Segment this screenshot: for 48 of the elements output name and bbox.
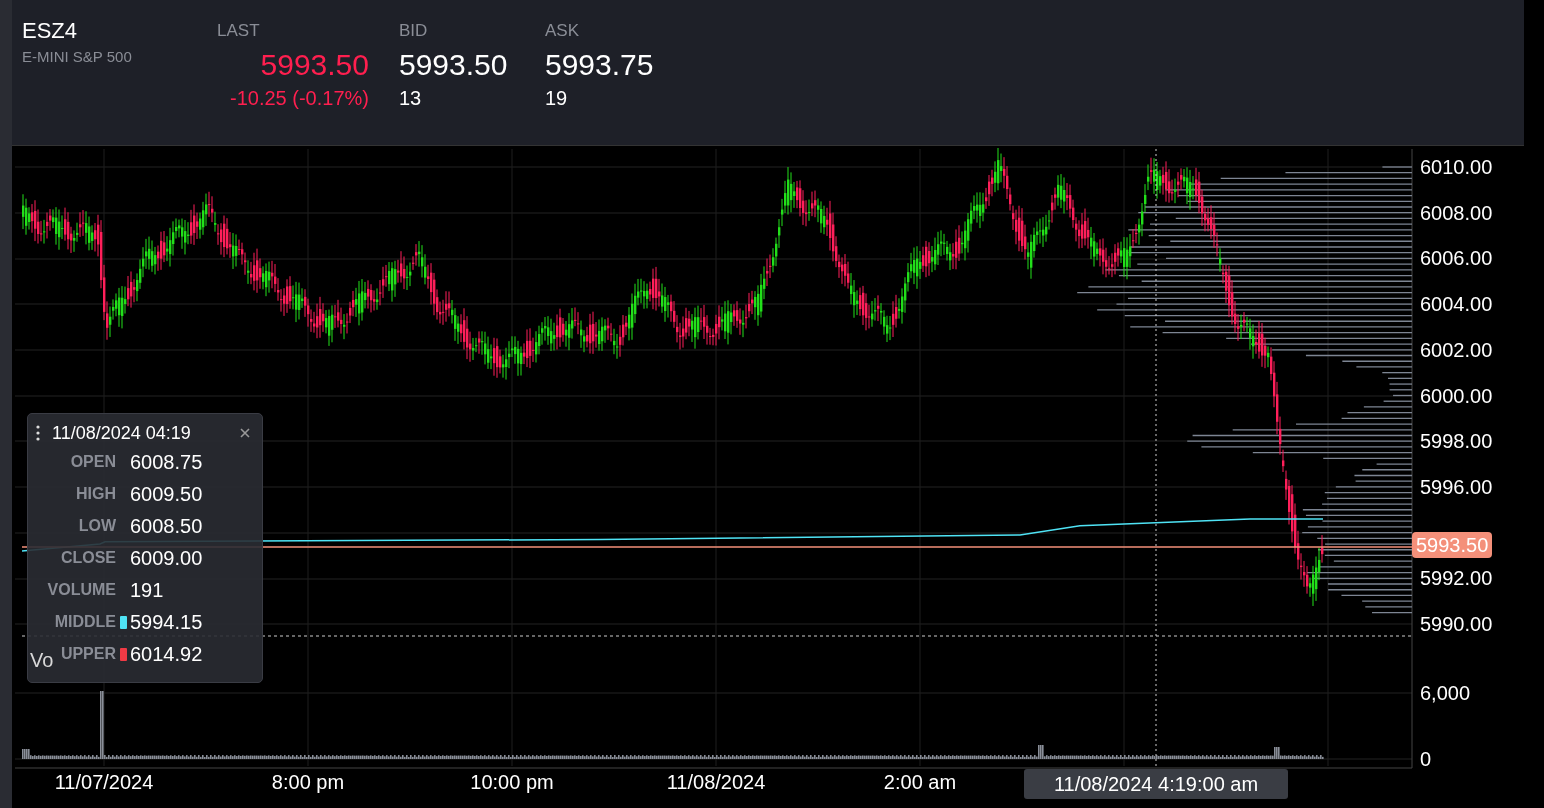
price-axis-label: 6008.00 xyxy=(1420,200,1493,225)
time-axis-label: 8:00 pm xyxy=(270,770,346,794)
price-axis-label: 6000.00 xyxy=(1420,383,1493,408)
quote-price: 5993.75 xyxy=(545,47,655,83)
tooltip-field-value: 191 xyxy=(130,578,165,603)
tooltip-field-label: LOW xyxy=(78,516,116,536)
quote-label: ASK xyxy=(545,20,581,42)
tooltip-field-value: 6009.50 xyxy=(130,482,204,507)
quote-label: BID xyxy=(399,20,429,42)
crosshair-time-label: 11/08/2024 4:19:00 am xyxy=(1024,769,1288,799)
close-icon[interactable] xyxy=(240,428,250,438)
time-axis-label: 11/08/2024 xyxy=(665,770,767,794)
symbol: ESZ4 xyxy=(22,17,79,45)
more-options-icon[interactable] xyxy=(36,425,40,441)
tooltip-field-label: UPPER xyxy=(60,644,116,664)
price-axis-label: 5990.00 xyxy=(1420,612,1493,636)
tooltip-field-label: VOLUME xyxy=(47,580,116,600)
time-axis-label: 2:00 am xyxy=(882,770,958,794)
tooltip-field-value: 6008.75 xyxy=(130,450,204,475)
tooltip-field-value: 5994.15 xyxy=(130,610,204,635)
tooltip-field-value: 6009.00 xyxy=(130,546,204,571)
quote-detail: 19 xyxy=(545,86,569,111)
tooltip-field-label: OPEN xyxy=(70,452,116,472)
quote-price: 5993.50 xyxy=(399,47,509,83)
quote-detail: -10.25 (-0.17%) xyxy=(229,86,369,111)
tooltip-field-value: 6014.92 xyxy=(130,642,204,667)
price-axis-label: 5998.00 xyxy=(1420,429,1493,454)
volume-pane-label: Vo xyxy=(30,648,54,672)
tooltip-title: 11/08/2024 04:19 xyxy=(52,421,191,445)
quote-detail: 13 xyxy=(399,86,423,111)
price-axis-label: 6004.00 xyxy=(1420,292,1493,317)
time-axis-label: 10:00 pm xyxy=(469,770,555,794)
price-axis-label: 5996.00 xyxy=(1420,474,1493,499)
tooltip-field-value: 6008.50 xyxy=(130,514,204,539)
last-price-badge: 5993.50 xyxy=(1412,532,1493,558)
quote-price: 5993.50 xyxy=(259,47,369,83)
volume-axis-label: 0 xyxy=(1420,747,1432,771)
tooltip-field-label: HIGH xyxy=(76,484,116,504)
price-axis-label: 6006.00 xyxy=(1420,246,1493,271)
tooltip-field-label: CLOSE xyxy=(60,548,116,568)
tooltip-field-label: MIDDLE xyxy=(54,612,116,632)
volume-axis-label: 6,000 xyxy=(1420,681,1471,705)
price-axis-label: 6010.00 xyxy=(1420,155,1493,179)
quote-label: LAST xyxy=(217,20,261,42)
instrument-name: E-MINI S&P 500 xyxy=(22,47,133,67)
price-axis-label: 6002.00 xyxy=(1420,337,1493,362)
price-axis-label: 5992.00 xyxy=(1420,566,1493,591)
time-axis-label: 11/07/2024 xyxy=(53,770,155,794)
